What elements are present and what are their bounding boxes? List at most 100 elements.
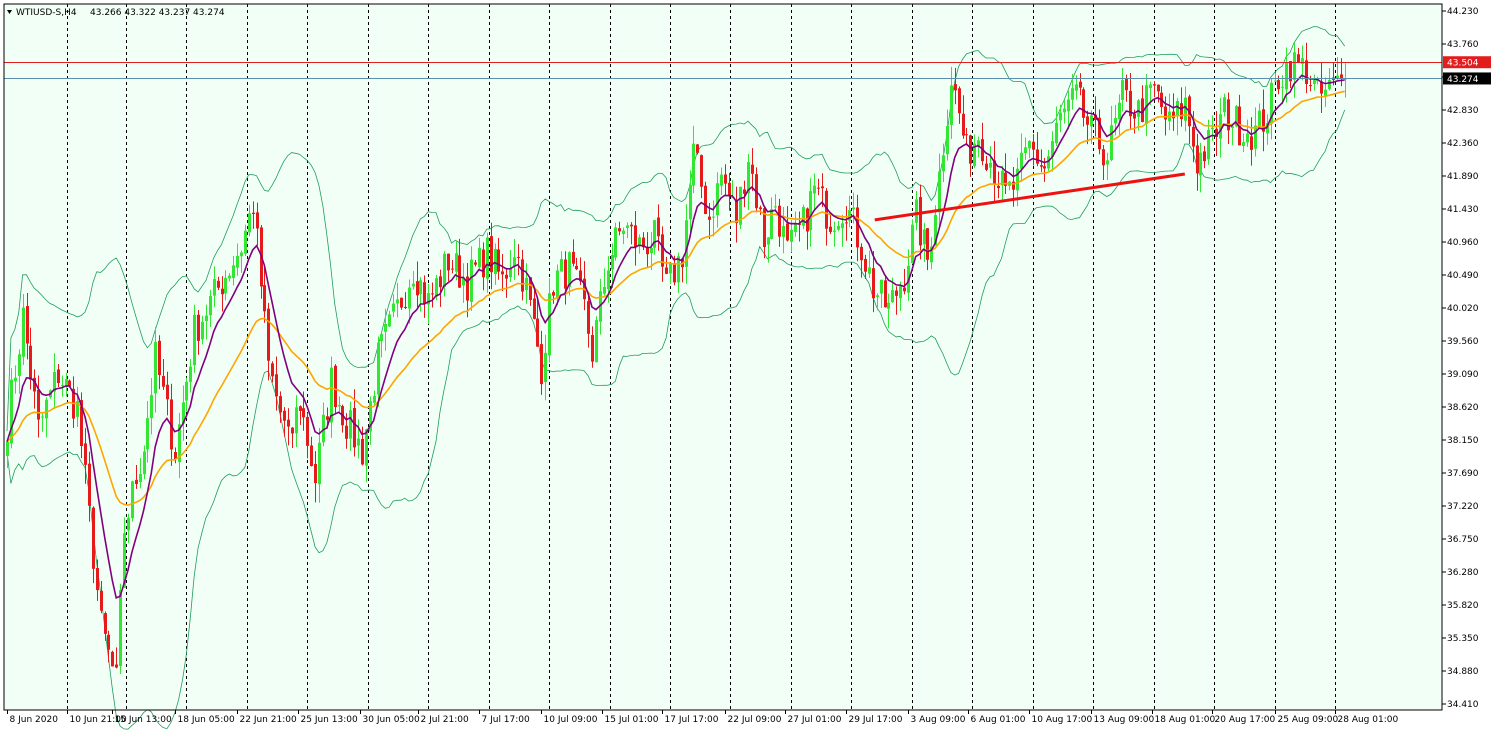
candle-body (412, 283, 415, 287)
candle-body (1293, 52, 1296, 80)
candle-body (575, 265, 578, 270)
candle-body (458, 255, 461, 288)
candle-body (1246, 133, 1249, 143)
candle-body (880, 279, 883, 294)
candle-body (611, 254, 614, 270)
price-tick-label: 44.230 (1447, 7, 1479, 17)
candle-body (1020, 152, 1023, 169)
candle-body (509, 268, 512, 278)
candle-body (193, 314, 196, 366)
candle-body (217, 280, 220, 288)
candle-body (622, 230, 625, 235)
candle-body (267, 308, 270, 361)
candle-body (1328, 79, 1331, 89)
candle-body (127, 517, 130, 531)
candle-body (997, 185, 1000, 189)
candle-body (115, 664, 118, 668)
price-tick-label: 37.690 (1447, 469, 1479, 479)
candle-body (1125, 78, 1128, 91)
candle-body (6, 441, 9, 456)
candle-body (302, 408, 305, 418)
price-tick-label: 39.560 (1447, 337, 1479, 347)
candle-body (271, 363, 274, 377)
candle-body (743, 189, 746, 194)
candle-body (669, 263, 672, 274)
candle-body (357, 438, 360, 446)
candle-body (899, 286, 902, 299)
candle-body (384, 323, 387, 332)
price-tick-label: 35.820 (1447, 601, 1479, 611)
candle-body (759, 207, 762, 210)
time-tick-label: 3 Aug 09:00 (911, 715, 966, 725)
candle-body (318, 442, 321, 485)
candle-body (478, 247, 481, 268)
candle-body (443, 253, 446, 287)
candle-body (447, 253, 450, 271)
candle-body (1086, 116, 1089, 125)
candle-body (720, 174, 723, 186)
time-tick-label: 7 Jul 17:00 (482, 715, 531, 725)
candle-body (708, 216, 711, 220)
candle-body (533, 298, 536, 319)
candle-body (353, 407, 356, 448)
candle-body (497, 249, 500, 272)
candle-body (10, 379, 13, 444)
candle-body (494, 248, 497, 275)
candle-body (552, 292, 555, 296)
candle-body (326, 416, 329, 420)
candle-body (704, 185, 707, 215)
candle-body (665, 267, 668, 274)
candle-body (895, 290, 898, 296)
candle-body (14, 377, 17, 382)
candle-body (864, 258, 867, 272)
candle-body (770, 209, 773, 239)
candle-body (396, 299, 399, 304)
candle-body (1223, 97, 1226, 113)
candle-body (572, 251, 575, 264)
candle-body (299, 406, 302, 411)
candle-body (41, 416, 44, 418)
candle-body (626, 225, 629, 228)
candle-body (435, 278, 438, 297)
candle-body (1254, 125, 1257, 149)
candle-body (876, 295, 879, 297)
candle-body (1207, 129, 1210, 160)
candle-body (946, 125, 949, 155)
time-tick-label: 30 Jun 05:00 (363, 715, 420, 725)
candle-body (61, 384, 64, 386)
candle-body (782, 225, 785, 238)
candle-body (310, 445, 313, 467)
candle-body (1211, 127, 1214, 130)
candle-body (185, 381, 188, 401)
price-tick-label: 34.410 (1447, 700, 1479, 710)
candle-body (817, 187, 820, 189)
candle-body (813, 185, 816, 194)
candle-body (911, 224, 914, 264)
candle-body (154, 341, 157, 394)
candle-body (989, 162, 992, 168)
candle-body (1114, 117, 1117, 124)
candle-body (1090, 115, 1093, 127)
candle-body (1106, 160, 1109, 165)
candle-body (556, 270, 559, 298)
candle-body (451, 268, 454, 270)
candle-body (735, 199, 738, 224)
price-tick-label: 39.090 (1447, 370, 1479, 380)
candle-body (263, 285, 266, 312)
candle-body (482, 249, 485, 278)
price-tick-label: 41.430 (1447, 205, 1479, 215)
time-tick-label: 25 Jun 13:00 (301, 715, 358, 725)
ohlc-values: 43.266 43.322 43.237 43.274 (90, 8, 225, 18)
candle-body (673, 263, 676, 283)
candle-body (728, 182, 731, 197)
price-tick-label: 34.880 (1447, 667, 1479, 677)
price-chart[interactable]: 44.23043.76043.29042.83042.36041.89041.4… (0, 0, 1493, 730)
candle-body (716, 183, 719, 216)
candle-body (603, 286, 606, 294)
candle-body (135, 479, 138, 484)
candlestick-chart[interactable]: 44.23043.76043.29042.83042.36041.89041.4… (0, 0, 1493, 730)
candle-body (283, 410, 286, 421)
candle-body (1036, 149, 1039, 164)
candle-body (1149, 84, 1152, 88)
candle-body (841, 223, 844, 229)
